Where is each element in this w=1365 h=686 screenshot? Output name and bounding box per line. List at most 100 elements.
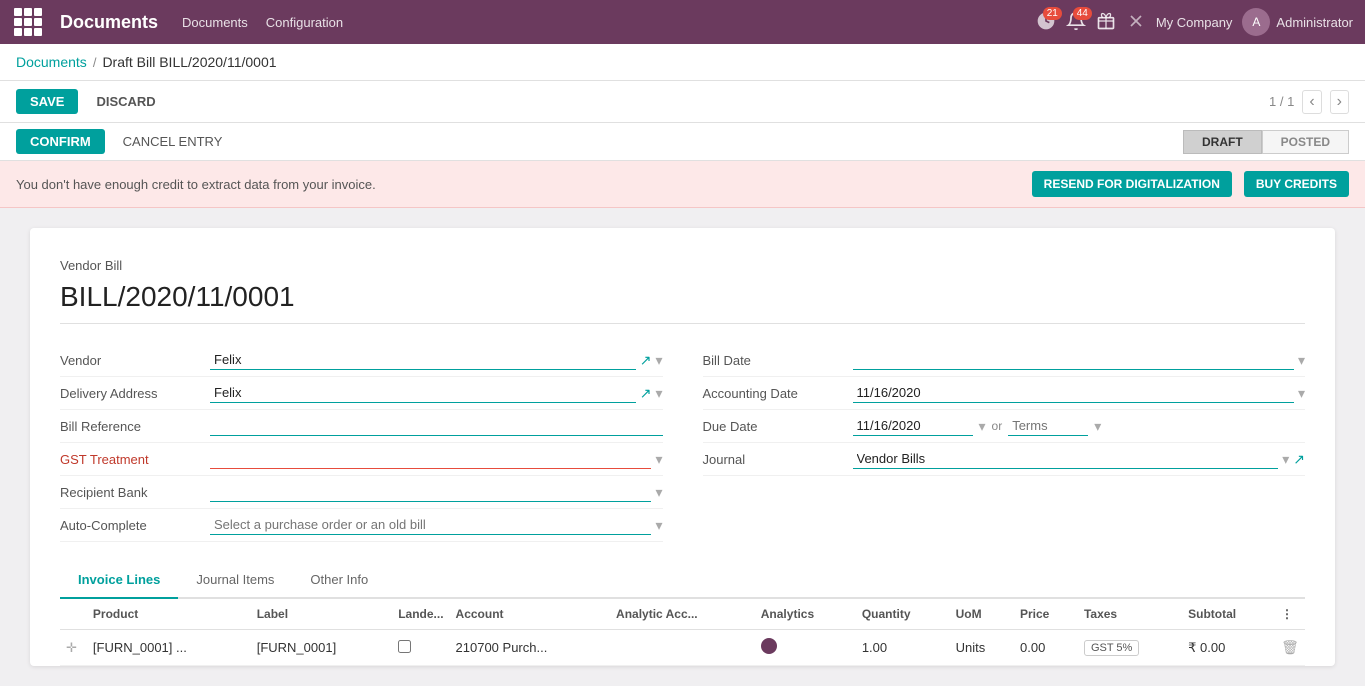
- main-content: Vendor Bill BILL/2020/11/0001 Vendor ↗ ▾…: [0, 208, 1365, 686]
- gift-icon[interactable]: [1096, 11, 1116, 34]
- gst-treatment-label: GST Treatment: [60, 452, 210, 467]
- breadcrumb: Documents / Draft Bill BILL/2020/11/0001: [0, 44, 1365, 81]
- journal-ext-link-icon[interactable]: ↗: [1293, 451, 1305, 468]
- lande-cell[interactable]: [392, 630, 449, 666]
- vendor-ext-link-icon[interactable]: ↗: [640, 352, 652, 369]
- save-button[interactable]: SAVE: [16, 89, 78, 114]
- row-delete-cell[interactable]: 🗑: [1275, 630, 1305, 666]
- lande-checkbox[interactable]: [398, 640, 411, 653]
- terms-input[interactable]: [1008, 416, 1088, 436]
- vendor-label: Vendor: [60, 353, 210, 368]
- or-separator: or: [992, 419, 1003, 433]
- tab-other-info[interactable]: Other Info: [292, 562, 386, 599]
- taxes-cell[interactable]: GST 5%: [1078, 630, 1182, 666]
- analytic-acc-cell[interactable]: [610, 630, 755, 666]
- due-date-input[interactable]: [853, 416, 973, 436]
- col-account: Account: [450, 599, 611, 630]
- tab-invoice-lines[interactable]: Invoice Lines: [60, 562, 178, 599]
- gst-dropdown-icon[interactable]: ▾: [655, 451, 662, 468]
- bill-date-dropdown-icon[interactable]: ▾: [1298, 352, 1305, 369]
- vendor-input[interactable]: [210, 350, 636, 370]
- tab-journal-items[interactable]: Journal Items: [178, 562, 292, 599]
- accounting-date-input[interactable]: [853, 383, 1294, 403]
- label-cell[interactable]: [FURN_0001]: [251, 630, 392, 666]
- breadcrumb-current: Draft Bill BILL/2020/11/0001: [102, 54, 276, 70]
- next-button[interactable]: ›: [1330, 90, 1349, 114]
- journal-row: Journal ▾ ↗: [703, 443, 1306, 476]
- bill-date-label: Bill Date: [703, 353, 853, 368]
- grid-icon: [14, 8, 42, 36]
- tab-draft[interactable]: DRAFT: [1183, 130, 1262, 154]
- quantity-value: 1.00: [862, 640, 887, 655]
- col-analytics: Analytics: [755, 599, 856, 630]
- product-value: [FURN_0001] ...: [93, 640, 187, 655]
- bill-reference-label: Bill Reference: [60, 419, 210, 434]
- analytics-cell: [755, 630, 856, 666]
- uom-cell[interactable]: Units: [950, 630, 1014, 666]
- pagination-info: 1 / 1: [1269, 94, 1294, 109]
- alert-bar: You don't have enough credit to extract …: [0, 161, 1365, 208]
- accounting-date-label: Accounting Date: [703, 386, 853, 401]
- delivery-ext-link-icon[interactable]: ↗: [640, 385, 652, 402]
- activity-icon[interactable]: 21: [1036, 11, 1056, 34]
- bill-date-row: Bill Date ▾: [703, 344, 1306, 377]
- recipient-bank-value: ▾: [210, 482, 663, 502]
- prev-button[interactable]: ‹: [1302, 90, 1321, 114]
- menu-documents[interactable]: Documents: [182, 15, 248, 30]
- analytics-dot-icon: [761, 638, 777, 654]
- journal-dropdown-icon[interactable]: ▾: [1282, 451, 1289, 468]
- gst-treatment-value: ▾: [210, 449, 663, 469]
- discard-button[interactable]: DISCARD: [86, 89, 165, 114]
- product-cell[interactable]: [FURN_0001] ...: [87, 630, 251, 666]
- recipient-bank-label: Recipient Bank: [60, 485, 210, 500]
- buy-credits-button[interactable]: BUY CREDITS: [1244, 171, 1349, 197]
- recipient-bank-input[interactable]: [210, 482, 651, 502]
- auto-complete-input[interactable]: [210, 515, 651, 535]
- quantity-cell[interactable]: 1.00: [856, 630, 950, 666]
- auto-complete-dropdown-icon[interactable]: ▾: [655, 517, 662, 534]
- resend-button[interactable]: RESEND FOR DIGITALIZATION: [1032, 171, 1232, 197]
- cancel-entry-button[interactable]: CANCEL ENTRY: [113, 129, 233, 154]
- bill-number: BILL/2020/11/0001: [60, 281, 1305, 324]
- status-tabs: DRAFT POSTED: [1183, 130, 1349, 154]
- auto-complete-row: Auto-Complete ▾: [60, 509, 663, 542]
- subtotal-cell: ₹ 0.00: [1182, 630, 1275, 666]
- breadcrumb-parent[interactable]: Documents: [16, 54, 87, 70]
- user-name: Administrator: [1276, 15, 1353, 30]
- delivery-dropdown-icon[interactable]: ▾: [655, 385, 662, 402]
- due-date-row: Due Date ▾ or ▾: [703, 410, 1306, 443]
- bill-reference-input[interactable]: [210, 416, 663, 436]
- bill-date-value: ▾: [853, 350, 1306, 370]
- recipient-bank-dropdown-icon[interactable]: ▾: [655, 484, 662, 501]
- gst-treatment-input[interactable]: [210, 449, 651, 469]
- due-date-label: Due Date: [703, 419, 853, 434]
- top-menu: Documents Configuration: [182, 15, 1020, 30]
- notification-icon[interactable]: 44: [1066, 11, 1086, 34]
- grid-menu-button[interactable]: [12, 6, 44, 38]
- vendor-dropdown-icon[interactable]: ▾: [655, 352, 662, 369]
- tab-posted[interactable]: POSTED: [1262, 130, 1349, 154]
- delete-icon[interactable]: 🗑: [1281, 639, 1299, 655]
- bill-date-input[interactable]: [853, 350, 1294, 370]
- delivery-address-input[interactable]: [210, 383, 636, 403]
- confirm-button[interactable]: CONFIRM: [16, 129, 105, 154]
- drag-handle-icon[interactable]: ✛: [66, 640, 77, 655]
- user-menu[interactable]: A Administrator: [1242, 8, 1353, 36]
- right-fields: Bill Date ▾ Accounting Date ▾ Due Date: [703, 344, 1306, 542]
- price-cell[interactable]: 0.00: [1014, 630, 1078, 666]
- menu-configuration[interactable]: Configuration: [266, 15, 343, 30]
- journal-input[interactable]: [853, 449, 1279, 469]
- activity-badge: 21: [1043, 7, 1062, 20]
- drag-handle-cell[interactable]: ✛: [60, 630, 87, 666]
- accounting-date-dropdown-icon[interactable]: ▾: [1298, 385, 1305, 402]
- status-bar: CONFIRM CANCEL ENTRY DRAFT POSTED: [0, 123, 1365, 161]
- left-fields: Vendor ↗ ▾ Delivery Address ↗ ▾: [60, 344, 663, 542]
- form-fields: Vendor ↗ ▾ Delivery Address ↗ ▾: [60, 344, 1305, 542]
- auto-complete-label: Auto-Complete: [60, 518, 210, 533]
- close-icon[interactable]: [1126, 11, 1146, 34]
- account-cell[interactable]: 210700 Purch...: [450, 630, 611, 666]
- due-date-dropdown-icon[interactable]: ▾: [979, 418, 986, 435]
- terms-dropdown-icon[interactable]: ▾: [1094, 418, 1101, 435]
- breadcrumb-separator: /: [93, 55, 97, 70]
- company-name[interactable]: My Company: [1156, 15, 1233, 30]
